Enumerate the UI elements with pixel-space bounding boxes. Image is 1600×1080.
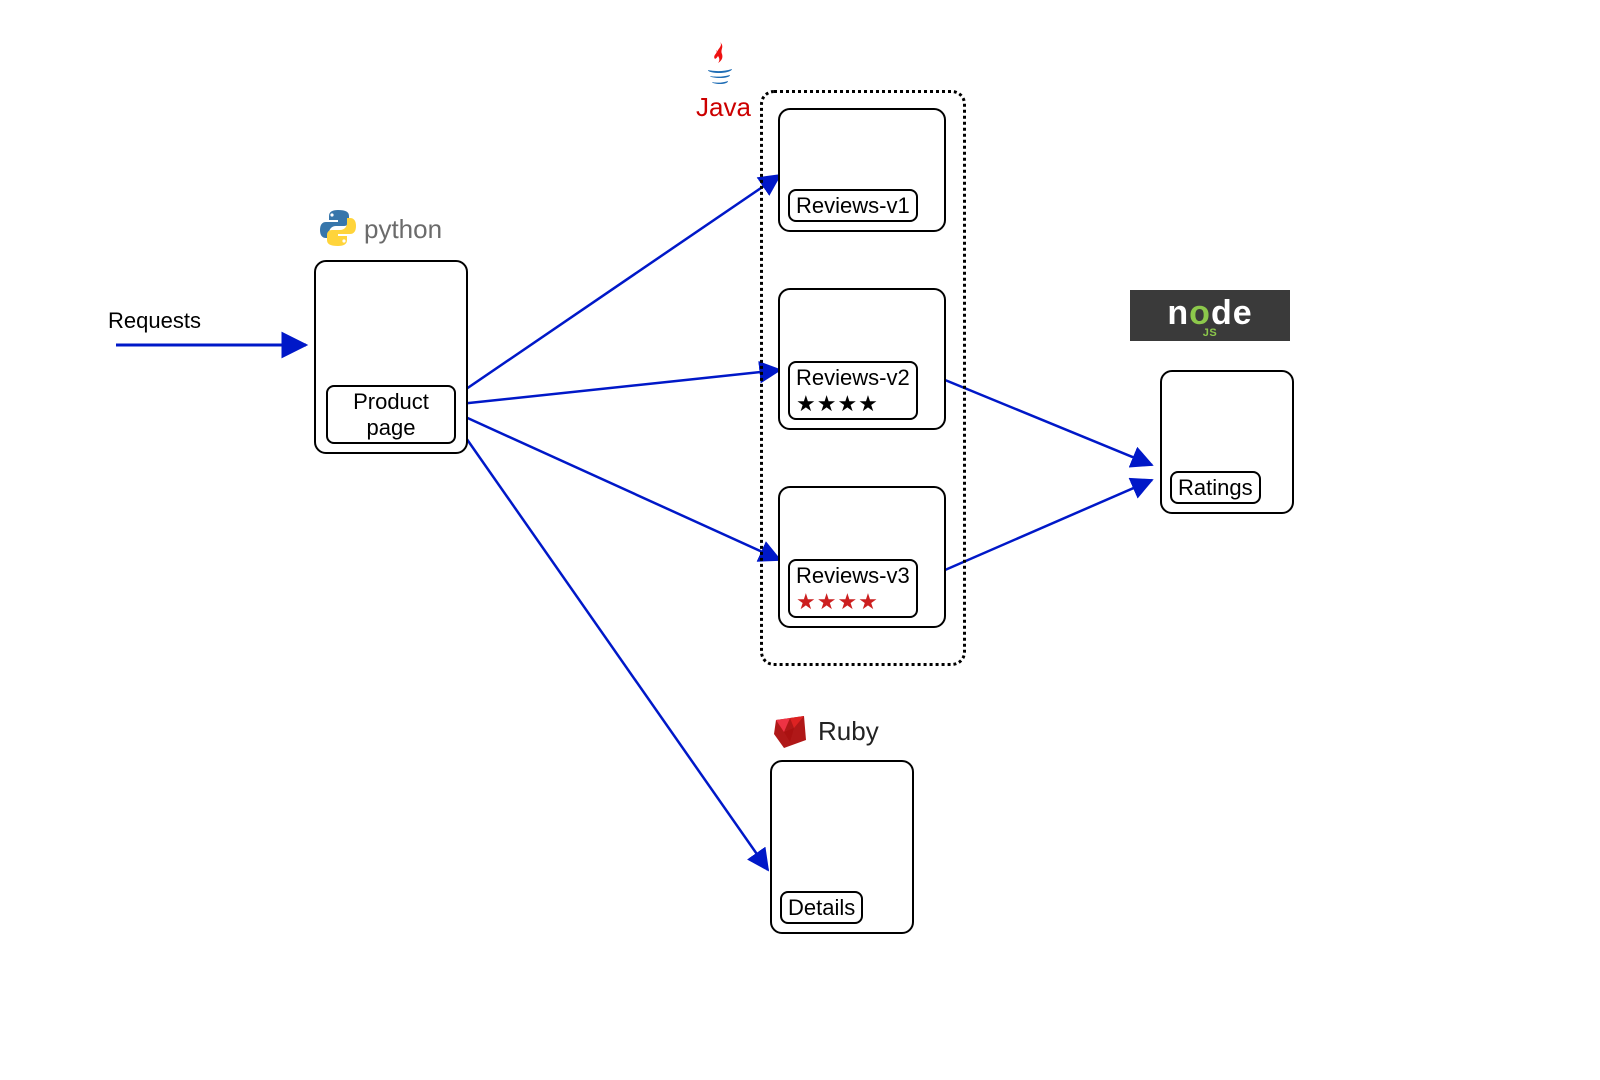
reviews-v2-service: Reviews-v2 ★★★★ (778, 288, 946, 430)
reviews-v2-label: Reviews-v2 (796, 365, 910, 390)
requests-label: Requests (108, 308, 201, 334)
reviews-v3-label: Reviews-v3 (796, 563, 910, 588)
java-logo-icon (700, 40, 740, 90)
ruby-label: Ruby (818, 716, 879, 747)
ratings-service: Ratings (1160, 370, 1294, 514)
reviews-v3-service: Reviews-v3 ★★★★ (778, 486, 946, 628)
nodejs-logo-icon: nnodeode JS (1130, 290, 1290, 341)
edge-productpage-reviews-v1 (450, 175, 780, 400)
python-logo-icon (318, 208, 358, 248)
reviews-v1-label: Reviews-v1 (788, 189, 918, 222)
reviews-v2-label-box: Reviews-v2 ★★★★ (788, 361, 918, 420)
python-label: python (364, 214, 442, 245)
edge-productpage-details (450, 415, 768, 870)
product-page-service: Product page (314, 260, 468, 454)
java-label: Java (696, 92, 751, 123)
product-page-label: Product page (326, 385, 456, 444)
details-service: Details (770, 760, 914, 934)
edge-reviews-v2-ratings (945, 380, 1152, 465)
reviews-v1-service: Reviews-v1 (778, 108, 946, 232)
ratings-label: Ratings (1170, 471, 1261, 504)
reviews-v2-stars: ★★★★ (796, 391, 879, 416)
reviews-v3-stars: ★★★★ (796, 589, 879, 614)
edge-reviews-v3-ratings (945, 480, 1152, 570)
edge-productpage-reviews-v2 (450, 370, 780, 405)
ruby-logo-icon (770, 712, 810, 752)
reviews-v3-label-box: Reviews-v3 ★★★★ (788, 559, 918, 618)
edge-productpage-reviews-v3 (450, 410, 780, 560)
details-label: Details (780, 891, 863, 924)
nodejs-sub-label: JS (1140, 328, 1280, 339)
